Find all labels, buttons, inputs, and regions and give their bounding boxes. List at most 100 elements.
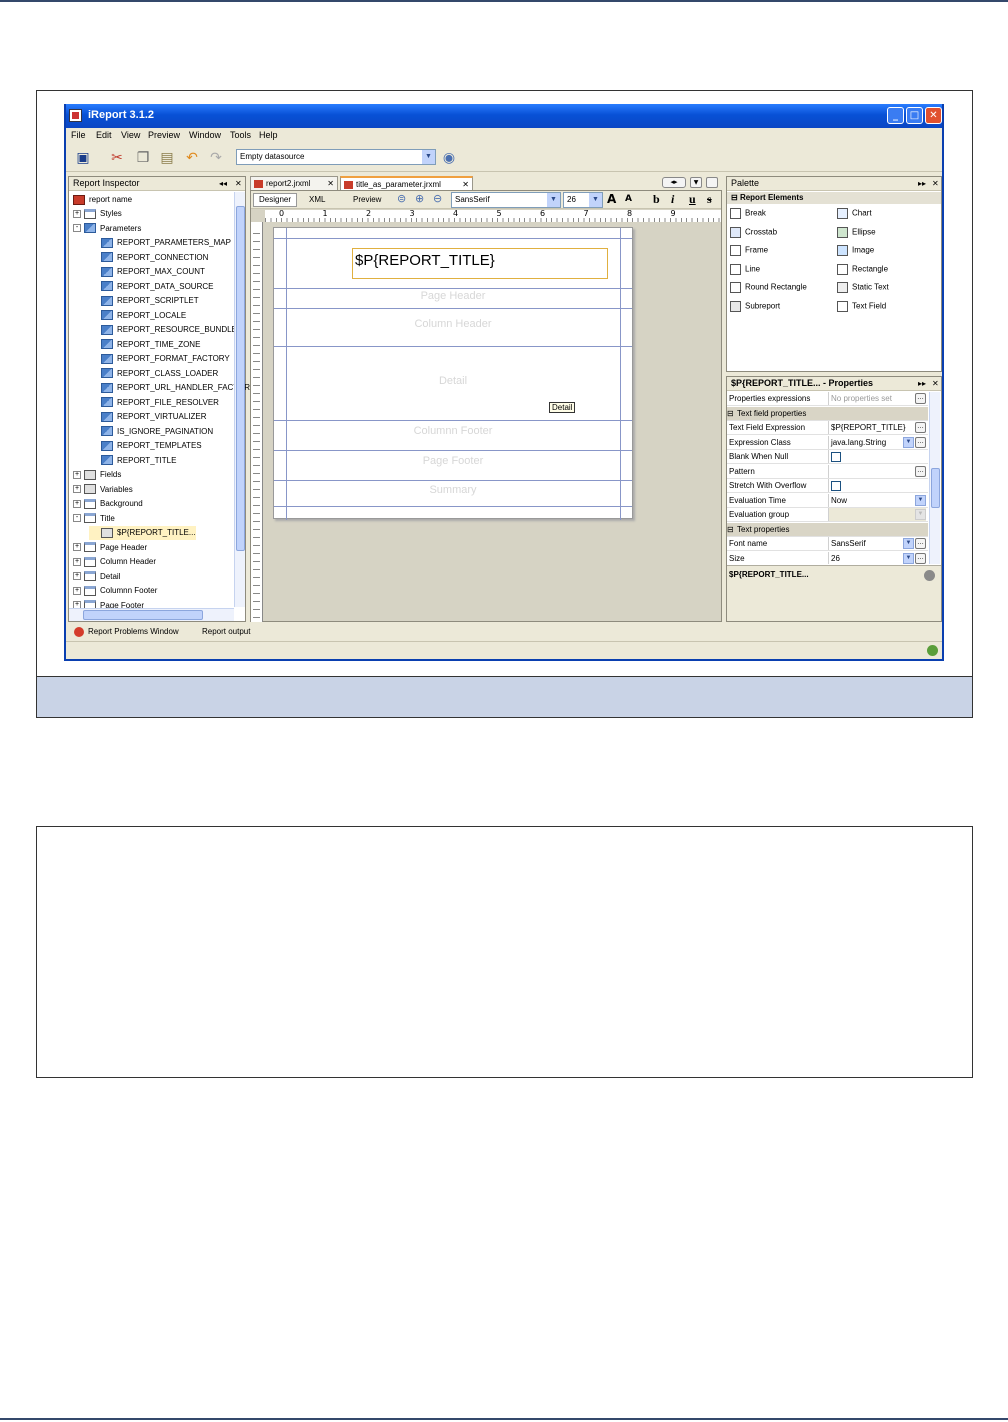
palette-item-break[interactable]: Break [730,208,766,219]
expand-icon[interactable]: + [73,485,81,494]
maximize-button[interactable]: □ [906,107,923,124]
tree-node[interactable]: + Column Header [73,555,156,569]
menu-preview[interactable]: Preview [148,130,180,140]
tree-leaf[interactable]: REPORT_MAX_COUNT [89,265,205,279]
property-value[interactable] [828,450,926,463]
inspector-hscrollbar[interactable] [69,608,234,621]
font-name-select[interactable]: SansSerif ▼ [451,192,561,208]
band-column-footer[interactable]: Columnn Footer [274,425,632,437]
ellipsis-button[interactable]: … [915,552,926,564]
title-text-field[interactable]: $P{REPORT_TITLE} [352,248,608,279]
maximize-editor-icon[interactable] [706,177,718,188]
checkbox[interactable] [831,452,841,462]
properties-scrollbar[interactable] [929,392,940,564]
zoom-out-icon[interactable]: ⊖ [433,192,442,205]
palette-section-header[interactable]: ⊟ Report Elements [727,192,941,204]
close-panel-icon[interactable]: ✕ [235,177,242,190]
chevron-down-icon[interactable]: ▼ [903,436,914,448]
property-value[interactable]: No properties set [828,392,926,405]
palette-item-round-rectangle[interactable]: Round Rectangle [730,282,807,293]
inspector-scrollbar[interactable] [234,192,245,607]
property-section[interactable]: ⊟ Text properties [727,522,928,537]
bold-button[interactable]: b [653,192,660,207]
tree-node[interactable]: + Background [73,497,143,511]
font-size-select[interactable]: 26 ▼ [563,192,603,208]
tree-node[interactable]: + Styles [73,207,122,221]
tree-leaf[interactable]: REPORT_CLASS_LOADER [89,367,218,381]
band-summary[interactable]: Summary [274,484,632,496]
minimize-panel-icon[interactable]: ▸▸ [918,377,926,390]
band-page-header[interactable]: Page Header [274,290,632,302]
menu-file[interactable]: File [71,130,86,140]
inspector-scroll-thumb[interactable] [236,206,245,551]
datasource-select[interactable]: Empty datasource ▼ [236,149,436,165]
palette-item-rectangle[interactable]: Rectangle [837,263,888,275]
property-section[interactable]: ⊟ Text field properties [727,406,928,421]
tree-node[interactable]: + Fields [73,468,121,482]
tree-leaf[interactable]: REPORT_RESOURCE_BUNDLE [89,323,237,337]
tree-leaf[interactable]: $P{REPORT_TITLE... [89,526,196,540]
tree-node[interactable]: + Detail [73,570,120,584]
close-panel-icon[interactable]: ✕ [932,177,939,190]
palette-item-line[interactable]: Line [730,263,760,275]
close-panel-icon[interactable]: ✕ [932,377,939,390]
tree-node[interactable]: + Columnn Footer [73,584,157,598]
tree-node[interactable]: - Parameters [73,222,141,236]
tree-leaf[interactable]: REPORT_DATA_SOURCE [89,280,213,294]
expand-icon[interactable]: + [73,499,81,508]
redo-icon[interactable]: ↷ [207,149,225,167]
property-value[interactable]: $P{REPORT_TITLE} [828,421,926,434]
inspector-hscroll-thumb[interactable] [83,610,203,620]
tree-leaf[interactable]: REPORT_CONNECTION [89,251,208,265]
tab-close-icon[interactable]: ✕ [462,180,469,189]
minimize-button[interactable]: _ [887,107,904,124]
chevron-down-icon[interactable]: ▼ [915,509,926,520]
ellipsis-button[interactable]: … [915,436,926,448]
tree-leaf[interactable]: REPORT_PARAMETERS_MAP [89,236,231,250]
menu-edit[interactable]: Edit [96,130,112,140]
palette-item-subreport[interactable]: Subreport [730,300,780,312]
xml-mode-button[interactable]: XML [309,195,325,204]
tree-leaf[interactable]: REPORT_LOCALE [89,309,186,323]
expand-icon[interactable]: + [73,209,81,218]
expand-icon[interactable]: + [73,572,81,581]
property-value[interactable] [828,479,926,492]
tab-list-icon[interactable]: ▼ [690,177,702,188]
chevron-down-icon[interactable]: ▼ [903,538,914,549]
expand-icon[interactable]: + [73,586,81,595]
ellipsis-button[interactable]: … [915,465,926,477]
preview-mode-button[interactable]: Preview [353,195,381,204]
property-value[interactable]: Now [828,493,926,507]
tab-report2[interactable]: report2.jrxml ✕ [250,176,338,190]
undo-icon[interactable]: ↶ [183,149,201,167]
minimize-panel-icon[interactable]: ◂◂ [219,177,227,190]
help-icon[interactable] [924,570,935,581]
tree-leaf[interactable]: IS_IGNORE_PAGINATION [89,425,213,439]
minimize-panel-icon[interactable]: ▸▸ [918,177,926,190]
tree-leaf[interactable]: REPORT_TITLE [89,454,176,468]
collapse-icon[interactable]: ⊟ [727,409,734,418]
palette-item-static-text[interactable]: Static Text [837,282,889,293]
cut-icon[interactable]: ✂ [108,149,126,167]
paste-icon[interactable]: ▤ [158,149,176,167]
chevron-down-icon[interactable]: ▼ [915,494,926,506]
designer-mode-button[interactable]: Designer [253,193,297,207]
decrease-font-icon[interactable]: A [625,194,632,204]
property-value[interactable] [828,464,926,478]
increase-font-icon[interactable]: A [607,192,616,206]
ellipsis-button[interactable]: … [915,393,926,404]
datasource-wizard-icon[interactable]: ◉ [440,149,458,167]
strikethrough-button[interactable]: s [707,192,712,207]
ellipsis-button[interactable]: … [915,422,926,433]
zoom-in-icon[interactable]: ⊕ [415,192,424,205]
expand-icon[interactable]: + [73,470,81,479]
collapse-icon[interactable]: - [73,514,81,523]
tree-leaf[interactable]: REPORT_VIRTUALIZER [89,410,207,424]
tree-node[interactable]: - Title [73,512,115,526]
tree-node[interactable]: + Page Header [73,541,147,555]
menu-help[interactable]: Help [259,130,278,140]
ellipsis-button[interactable]: … [915,538,926,549]
menu-view[interactable]: View [121,130,140,140]
palette-item-image[interactable]: Image [837,245,874,256]
tree-leaf[interactable]: REPORT_SCRIPTLET [89,294,199,308]
